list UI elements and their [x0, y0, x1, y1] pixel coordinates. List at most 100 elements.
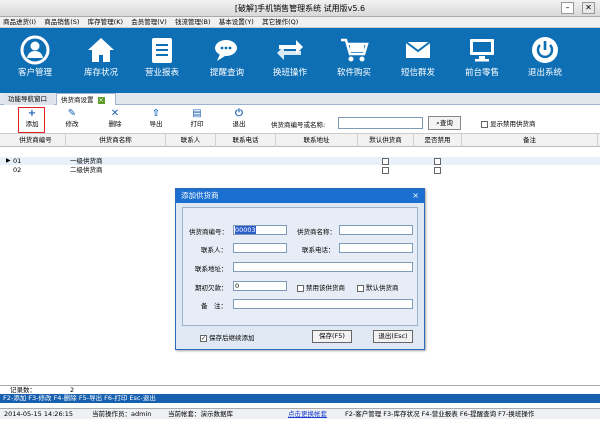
cart-icon — [341, 38, 369, 62]
status-bar: 2014-05-15 14:26:15 当前操作员：admin 当前帐套：演示数… — [0, 408, 600, 419]
dialog-title: 添加供货商 — [176, 189, 424, 203]
col-contact[interactable]: 联系人 — [166, 134, 216, 147]
col-supplier-name[interactable]: 供货商名称 — [66, 134, 166, 147]
address-field[interactable] — [233, 262, 413, 272]
name-label: 供货商名称： — [297, 228, 336, 236]
remark-label: 备 注： — [201, 302, 227, 310]
table-row[interactable]: ▶ 01 一级供货商 — [0, 157, 600, 165]
status-operator: 当前操作员：admin — [92, 410, 152, 418]
grid-header: 供货商编号 供货商名称 联系人 联系电话 联系地址 默认供货商 是否禁用 备注 — [0, 134, 600, 147]
record-count-value: 2 — [70, 386, 75, 394]
edit-button[interactable]: ✎ 修改 — [57, 108, 87, 132]
purchase-button[interactable]: 软件购买 — [325, 28, 383, 93]
reminder-button[interactable]: 提醒查询 — [198, 28, 256, 93]
record-count-bar: 记录数： 2 — [0, 386, 600, 394]
phone-field[interactable] — [339, 243, 413, 253]
keep-adding-checkbox[interactable]: ✓ 保存后继续添加 — [200, 332, 255, 342]
col-phone[interactable]: 联系电话 — [216, 134, 276, 147]
printer-icon: ▤ — [192, 108, 202, 119]
main-toolbar: 客户管理 库存状况 营业报表 提醒查询 换班操作 软件购买 短信群发 前台零售 … — [0, 28, 600, 93]
shift-button[interactable]: 换班操作 — [261, 28, 319, 93]
shortcut-hint-bar: F2-添加 F3-修改 F4-删除 F5-导出 F6-打印 Esc-退出 — [0, 394, 600, 403]
tab-navigation[interactable]: 功能导航窗口 — [4, 93, 54, 105]
report-icon — [152, 38, 172, 63]
cell-default-checkbox[interactable] — [382, 157, 391, 165]
col-default[interactable]: 默认供货商 — [358, 134, 414, 147]
window-title: [破解]手机销售管理系统 试用版v5.6 — [234, 4, 366, 13]
close-icon[interactable]: × — [412, 189, 419, 203]
menu-members[interactable]: 会员管理(V) — [128, 17, 170, 28]
code-field[interactable]: 00003 — [233, 225, 287, 235]
exit-system-button[interactable]: 退出系统 — [516, 28, 574, 93]
power-icon: ⏻ — [235, 108, 243, 119]
envelope-icon — [405, 41, 431, 58]
exit-button[interactable]: ⏻ 退出 — [224, 108, 254, 132]
swap-icon — [277, 40, 303, 60]
close-button[interactable]: ✕ — [582, 2, 595, 14]
code-label: 供货商编号： — [189, 228, 228, 236]
exit-dialog-button[interactable]: 退出(Esc) — [373, 330, 413, 343]
upload-icon: ⇧ — [151, 108, 161, 119]
sms-button[interactable]: 短信群发 — [389, 28, 447, 93]
cell-disabled-checkbox[interactable] — [434, 166, 443, 174]
cell-default-checkbox[interactable] — [382, 166, 391, 174]
print-button[interactable]: ▤ 打印 — [182, 108, 212, 132]
cell-disabled-checkbox[interactable] — [434, 157, 443, 165]
change-account-link[interactable]: 点击更换帐套 — [288, 409, 327, 420]
delete-x-icon: ✕ — [110, 108, 120, 119]
tab-supplier-settings[interactable]: 供货商设置 × — [56, 93, 116, 105]
status-account: 当前帐套：演示数据库 — [168, 410, 233, 418]
status-shortcuts: F2-客户管理 F3-库存状况 F4-营业报表 F6-提醒查询 F7-换班操作 — [345, 410, 535, 418]
monitor-icon — [470, 39, 494, 62]
cell-name: 一级供货商 — [70, 157, 103, 165]
minimize-button[interactable]: – — [561, 2, 574, 14]
remark-field[interactable] — [233, 299, 413, 309]
default-checkbox[interactable]: 默认供货商 — [357, 282, 399, 292]
cell-code: 01 — [13, 157, 22, 165]
col-remark[interactable]: 备注 — [462, 134, 598, 147]
add-supplier-dialog: 添加供货商 × 供货商编号： 00003 供货商名称： 联系人： 联系电话： 联… — [175, 188, 425, 350]
report-button[interactable]: 营业报表 — [133, 28, 191, 93]
search-input[interactable] — [338, 117, 423, 129]
arrears-field[interactable]: 0 — [233, 281, 287, 291]
name-field[interactable] — [339, 225, 413, 235]
col-disabled[interactable]: 是否禁用 — [414, 134, 462, 147]
cell-name: 二级供货商 — [70, 166, 103, 174]
contact-label: 联系人： — [201, 246, 227, 254]
col-supplier-code[interactable]: 供货商编号 — [6, 134, 66, 147]
menu-settings[interactable]: 基本设置(Y) — [216, 17, 257, 28]
menu-inventory[interactable]: 库存管理(K) — [85, 17, 126, 28]
checkbox-box[interactable] — [481, 120, 488, 128]
dialog-form: 供货商编号： 00003 供货商名称： 联系人： 联系电话： 联系地址： 期初欠… — [182, 207, 418, 326]
search-label: 供货商编号或名称: — [271, 121, 326, 129]
menu-cashflow[interactable]: 钱流管理(B) — [172, 17, 214, 28]
table-row[interactable]: 02 二级供货商 — [0, 166, 600, 174]
power-icon — [532, 37, 558, 63]
contact-field[interactable] — [233, 243, 287, 253]
retail-button[interactable]: 前台零售 — [453, 28, 511, 93]
title-bar: [破解]手机销售管理系统 试用版v5.6 – ✕ — [0, 0, 600, 17]
record-count-label: 记录数： — [10, 386, 36, 394]
close-tab-icon[interactable]: × — [97, 97, 105, 104]
export-button[interactable]: ⇧ 导出 — [141, 108, 171, 132]
show-disabled-checkbox[interactable]: 显示禁用供货商 — [481, 118, 536, 128]
tab-strip: 功能导航窗口 供货商设置 × — [0, 93, 600, 105]
menu-other[interactable]: 其它操作(Q) — [259, 17, 301, 28]
status-datetime: 2014-05-15 14:26:15 — [4, 410, 74, 418]
col-address[interactable]: 联系地址 — [276, 134, 358, 147]
row-pointer-icon: ▶ — [6, 157, 11, 164]
chat-icon — [215, 40, 237, 61]
phone-label: 联系电话： — [302, 246, 335, 254]
save-button[interactable]: 保存(F5) — [312, 330, 352, 343]
search-button[interactable]: ⌕查询 — [428, 116, 461, 130]
menu-purchase[interactable]: 商品进货(I) — [0, 17, 39, 28]
menu-sales[interactable]: 商品销售(S) — [41, 17, 82, 28]
disable-checkbox[interactable]: 禁用该供货商 — [297, 282, 345, 292]
inventory-button[interactable]: 库存状况 — [72, 28, 130, 93]
home-icon — [88, 38, 114, 62]
cell-code: 02 — [13, 166, 22, 174]
customer-button[interactable]: 客户管理 — [6, 28, 64, 93]
delete-button[interactable]: ✕ 删除 — [100, 108, 130, 132]
arrears-label: 期初欠款： — [195, 284, 228, 292]
dialog-footer: ✓ 保存后继续添加 保存(F5) 退出(Esc) — [182, 330, 418, 346]
